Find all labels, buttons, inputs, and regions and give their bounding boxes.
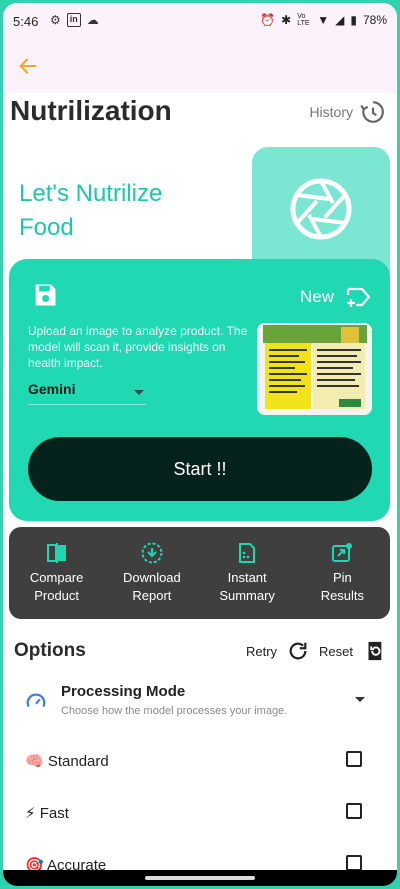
back-arrow-icon[interactable]: [17, 55, 39, 77]
brain-icon: 🧠: [25, 753, 44, 770]
options-toolbar: Retry Reset: [246, 640, 385, 662]
chevron-down-icon: [355, 697, 365, 702]
download-label-1: Download: [122, 570, 181, 585]
pin-results-button[interactable]: Pin Results: [295, 527, 390, 619]
summary-icon: [239, 543, 256, 563]
save-icon[interactable]: [31, 281, 59, 309]
uploaded-image-thumbnail[interactable]: [257, 323, 372, 415]
compare-label-2: Product: [34, 588, 80, 603]
hero-line-2: Food: [19, 214, 74, 241]
upload-description: Upload an image to analyze product. The …: [28, 324, 248, 370]
app-bar: [3, 41, 397, 93]
option-label: Standard: [47, 753, 109, 770]
battery-icon: ▮: [350, 13, 357, 27]
option-fast[interactable]: ⚡ Fast: [23, 799, 368, 829]
battery-level: 78%: [362, 13, 387, 27]
quick-actions-bar: Compare Product Download Report Instant …: [9, 527, 390, 619]
processing-mode-title: Processing Mode: [61, 683, 186, 700]
pin-label-1: Pin: [332, 570, 352, 585]
reset-icon[interactable]: [363, 640, 385, 662]
download-label-2: Report: [132, 588, 172, 603]
options-heading: Options: [14, 640, 86, 661]
history-button[interactable]: History: [309, 99, 385, 125]
refresh-icon[interactable]: [287, 640, 309, 662]
standard-checkbox[interactable]: [346, 751, 362, 767]
speedometer-icon: [26, 693, 46, 708]
start-button[interactable]: Start !!: [28, 437, 372, 501]
option-standard[interactable]: 🧠 Standard: [23, 747, 368, 777]
new-label: New: [299, 287, 334, 306]
app-frame: 5:46 ⚙ in ☁ ⏰ ✱ Vo LTE ▼ ◢ ▮ 78% Nutrili…: [3, 3, 397, 886]
accurate-checkbox[interactable]: [346, 855, 362, 871]
signal-icon: ◢: [335, 13, 345, 27]
fast-checkbox[interactable]: [346, 803, 362, 819]
camera-shutter-icon: [290, 178, 352, 240]
retry-label[interactable]: Retry: [246, 644, 277, 659]
lightning-icon: ⚡: [25, 805, 36, 822]
hero-heading: Let's Nutrilize Food: [19, 177, 162, 245]
page-title: Nutrilization: [10, 95, 172, 126]
pin-label-2: Results: [320, 588, 365, 603]
nutrition-label-image: [257, 323, 372, 415]
cloud-icon: ☁: [86, 13, 99, 27]
compare-icon: [46, 543, 66, 563]
compare-product-button[interactable]: Compare Product: [9, 527, 104, 619]
settings-icon: ⚙: [50, 13, 61, 27]
history-icon: [360, 101, 384, 123]
pin-icon: [332, 543, 353, 562]
wifi-icon: ▼: [317, 13, 330, 27]
summary-label-2: Summary: [219, 588, 275, 603]
bluetooth-icon: ✱: [281, 13, 292, 27]
processing-mode-subtitle: Choose how the model processes your imag…: [61, 705, 288, 717]
linkedin-icon: in: [66, 13, 81, 27]
system-nav-bar: [3, 870, 397, 886]
status-bar: 5:46 ⚙ in ☁ ⏰ ✱ Vo LTE ▼ ◢ ▮ 78%: [3, 3, 397, 41]
network-label: Vo LTE: [297, 13, 310, 27]
compare-label-1: Compare: [29, 570, 84, 585]
upload-card: New Upload an image to analyze product. …: [9, 259, 390, 521]
download-report-button[interactable]: Download Report: [104, 527, 199, 619]
option-label: Fast: [39, 805, 69, 822]
model-dropdown[interactable]: Gemini: [28, 381, 146, 405]
download-icon: [141, 542, 163, 564]
new-button[interactable]: New: [300, 285, 372, 309]
reset-label[interactable]: Reset: [319, 644, 353, 659]
hero-line-1: Let's Nutrilize: [19, 180, 163, 207]
model-selected-value: Gemini: [28, 381, 76, 397]
chevron-down-icon: [134, 390, 144, 395]
alarm-icon: ⏰: [260, 13, 276, 27]
history-label: History: [309, 104, 353, 120]
processing-mode-dropdown[interactable]: Processing Mode Choose how the model pro…: [23, 679, 383, 729]
home-gesture-pill[interactable]: [145, 876, 255, 880]
instant-summary-button[interactable]: Instant Summary: [200, 527, 295, 619]
new-label-icon: [346, 287, 371, 307]
status-time: 5:46: [13, 14, 39, 29]
summary-label-1: Instant: [227, 570, 267, 585]
